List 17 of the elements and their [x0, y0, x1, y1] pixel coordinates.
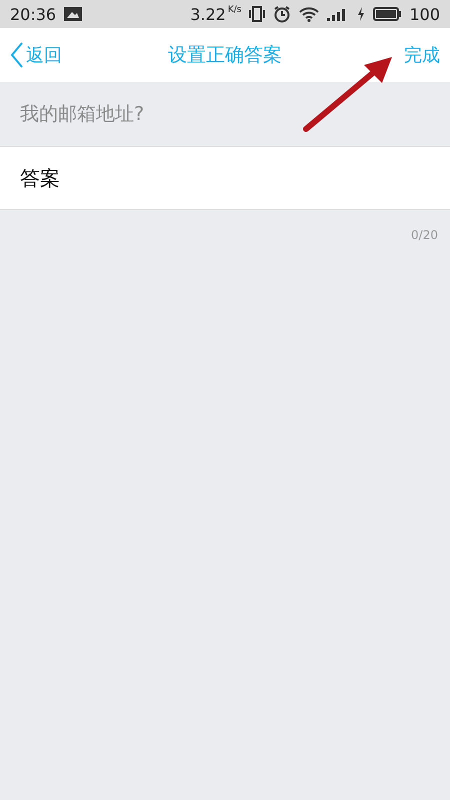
clock-time: 20:36	[10, 4, 56, 24]
character-counter: 0/20	[411, 227, 439, 242]
question-label: 我的邮箱地址?	[20, 102, 144, 127]
back-button[interactable]: 返回	[10, 42, 62, 68]
charging-icon	[357, 7, 366, 21]
battery-level: 100	[409, 4, 440, 24]
page-title: 设置正确答案	[168, 43, 282, 68]
network-speed: 3.22	[190, 4, 226, 24]
alarm-icon	[273, 5, 292, 23]
battery-icon	[373, 7, 402, 21]
answer-field[interactable]: 答案	[0, 147, 450, 209]
speed-unit: K/s	[228, 4, 242, 14]
wifi-icon	[299, 6, 320, 22]
back-chevron-icon	[10, 42, 24, 68]
done-button[interactable]: 完成	[404, 43, 440, 67]
vibrate-icon	[249, 6, 266, 22]
image-icon	[64, 7, 82, 21]
